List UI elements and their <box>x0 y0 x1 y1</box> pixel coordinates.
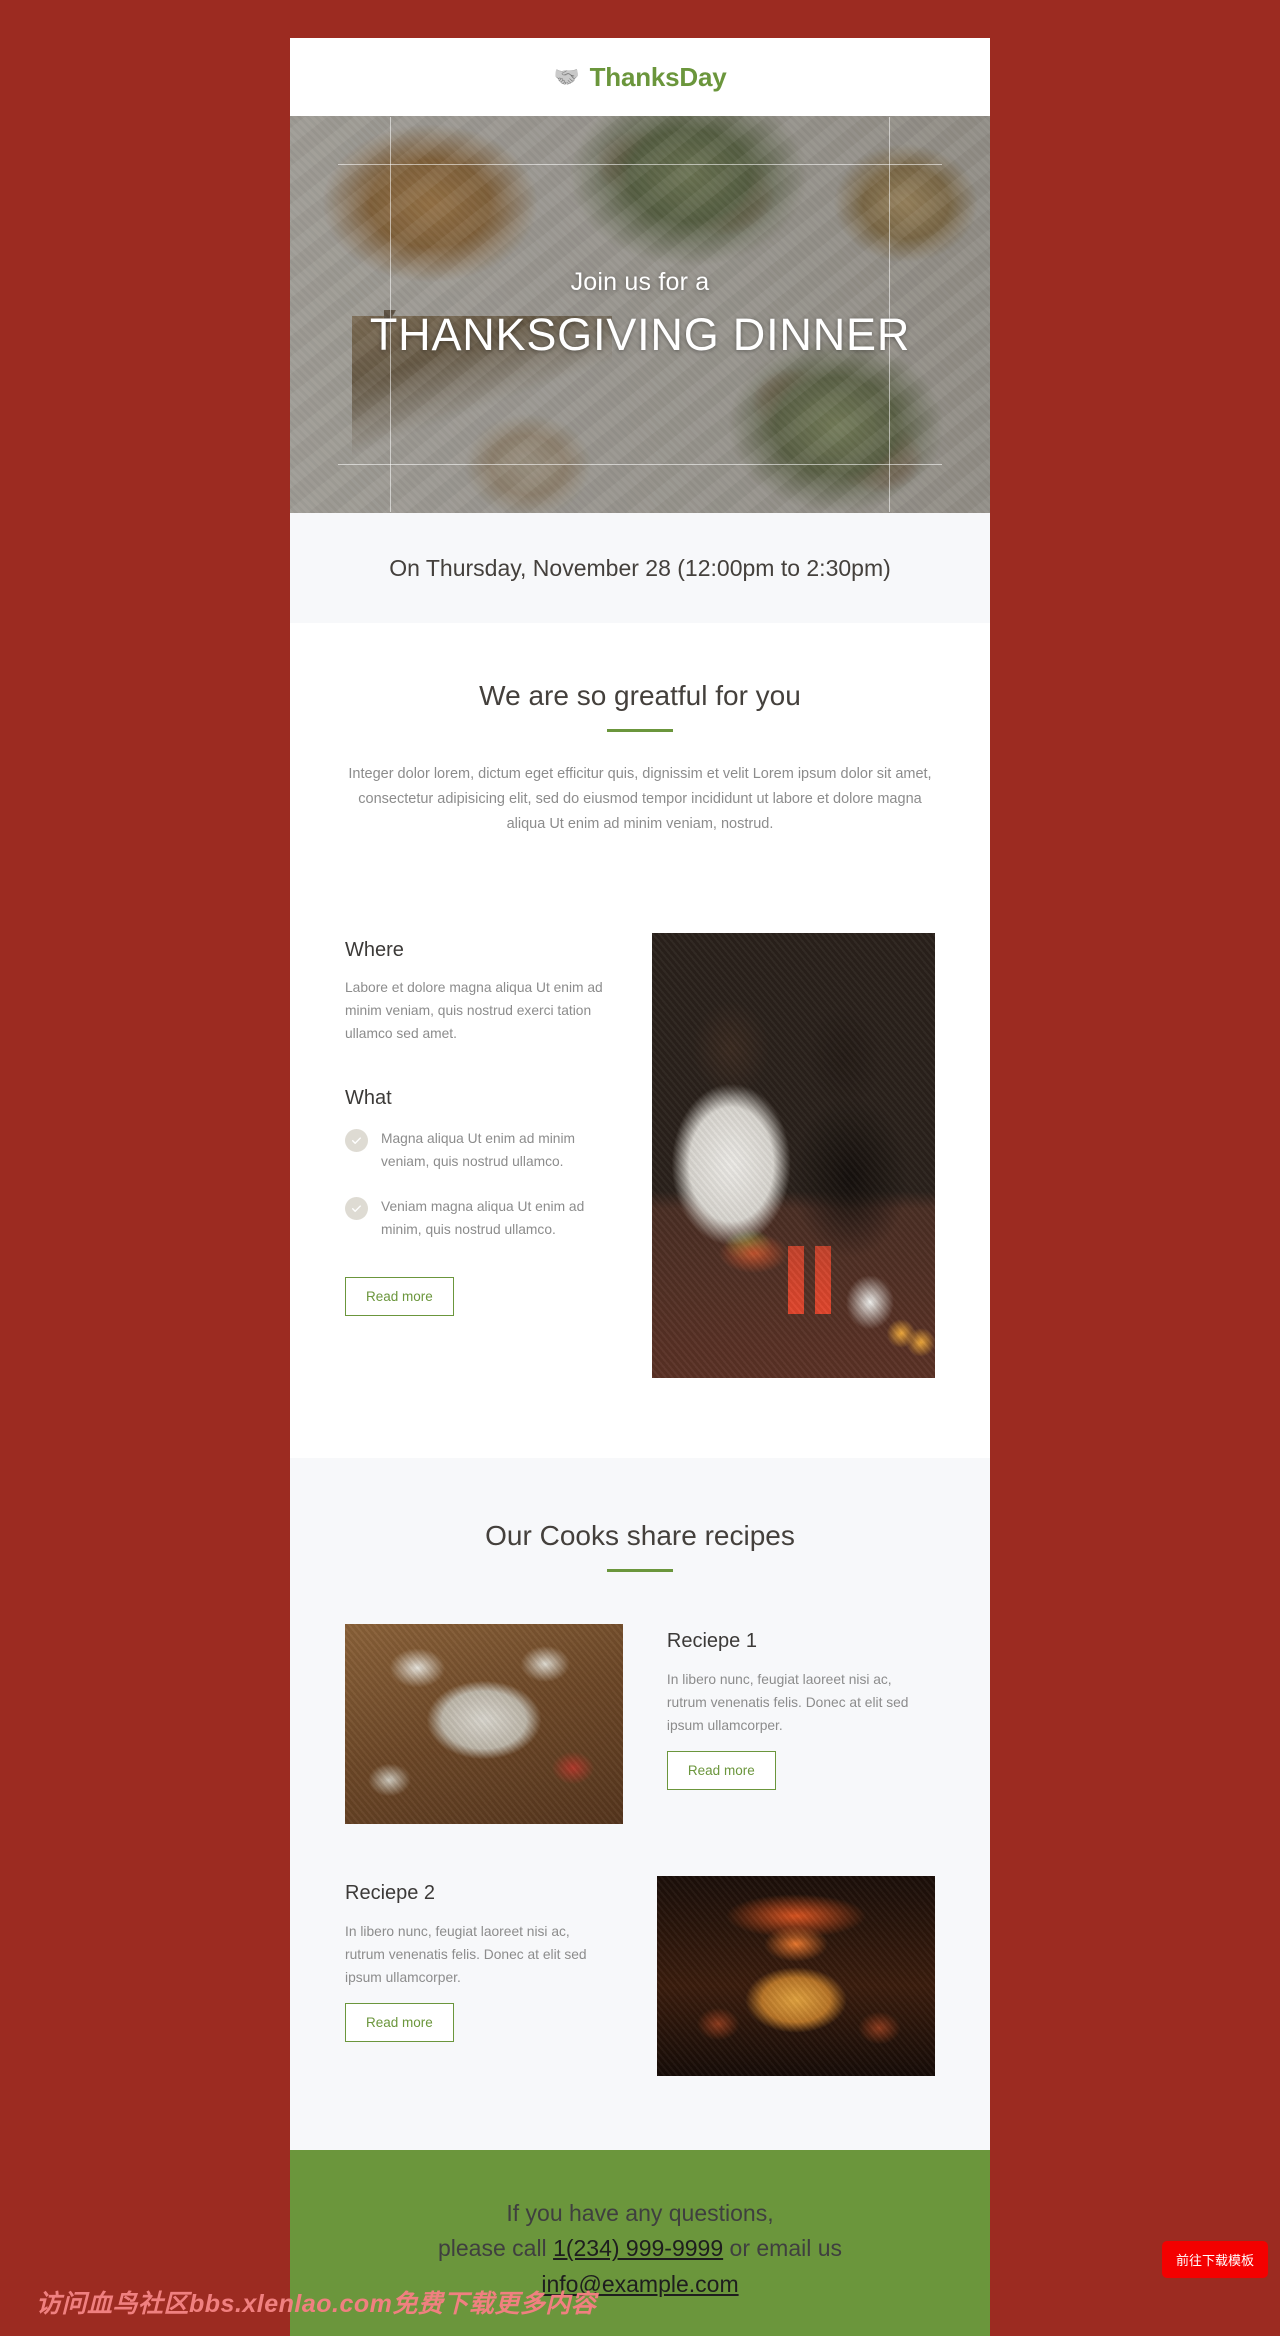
contact-email-link[interactable]: info@example.com <box>541 2271 738 2297</box>
page-root: 🤝 ThanksDay Join us for a THANKSGIVING D… <box>0 0 1280 2336</box>
contact-line-3: info@example.com <box>290 2267 990 2303</box>
details-columns: Where Labore et dolore magna aliqua Ut e… <box>290 837 990 1378</box>
recipe-1-copy: Reciepe 1 In libero nunc, feugiat laoree… <box>666 1624 935 1791</box>
email-header: 🤝 ThanksDay <box>290 38 990 116</box>
event-date-text: On Thursday, November 28 (12:00pm to 2:3… <box>389 554 891 581</box>
photo-texture <box>652 932 935 1378</box>
email-container: 🤝 ThanksDay Join us for a THANKSGIVING D… <box>290 38 990 2336</box>
recipe-2-title: Reciepe 2 <box>345 1881 436 1904</box>
intro-body-text: Integer dolor lorem, dictum eget efficit… <box>348 766 932 832</box>
what-heading: What <box>345 1087 392 1110</box>
event-date-bar: On Thursday, November 28 (12:00pm to 2:3… <box>290 513 990 623</box>
contact-line-1: If you have any questions, <box>506 2199 774 2226</box>
recipes-header: Our Cooks share recipes <box>290 1520 990 1572</box>
recipe-2-photo <box>657 1875 935 2076</box>
hero-headline: THANKSGIVING DINNER <box>369 309 911 360</box>
contact-line-2: please call 1(234) 999-9999 or email us <box>290 2231 990 2267</box>
recipe-row-1: Reciepe 1 In libero nunc, feugiat laoree… <box>345 1623 935 1824</box>
recipe-2-read-more-button[interactable]: Read more <box>345 2003 454 2043</box>
checklist-item-label: Magna aliqua Ut enim ad minim veniam, qu… <box>381 1131 576 1170</box>
check-circle-icon <box>345 1129 368 1153</box>
intro-block: We are so greatful for you Integer dolor… <box>290 623 990 837</box>
kitchen-couple-photo <box>652 932 935 1378</box>
photo-texture <box>657 1875 935 2076</box>
check-circle-icon <box>345 1196 368 1220</box>
what-checklist: Magna aliqua Ut enim ad minim veniam, qu… <box>345 1128 608 1241</box>
brand-title: ThanksDay <box>589 61 727 92</box>
recipe-row-2: Reciepe 2 In libero nunc, feugiat laoree… <box>345 1875 935 2076</box>
recipe-1-read-more-button[interactable]: Read more <box>666 1751 776 1791</box>
checklist-item-label: Veniam magna aliqua Ut enim ad minim, qu… <box>381 1198 585 1237</box>
hero-kicker: Join us for a <box>570 268 710 296</box>
contact-band: If you have any questions, please call 1… <box>290 2149 990 2336</box>
hero-text-block: Join us for a THANKSGIVING DINNER <box>290 116 990 513</box>
contact-call-prefix: please call <box>437 2235 554 2262</box>
list-item: Magna aliqua Ut enim ad minim veniam, qu… <box>345 1128 608 1174</box>
details-read-more-button[interactable]: Read more <box>345 1277 454 1317</box>
photo-texture <box>345 1623 623 1824</box>
recipe-2-copy: Reciepe 2 In libero nunc, feugiat laoree… <box>345 1876 613 2043</box>
main-content-section: We are so greatful for you Integer dolor… <box>290 623 990 2336</box>
intro-title: We are so greatful for you <box>479 680 801 711</box>
recipe-1-title: Reciepe 1 <box>666 1629 757 1652</box>
where-heading: Where <box>345 938 404 961</box>
recipe-1-body: In libero nunc, feugiat laoreet nisi ac,… <box>666 1671 909 1734</box>
recipes-list: Reciepe 1 In libero nunc, feugiat laoree… <box>290 1623 990 2076</box>
recipes-title: Our Cooks share recipes <box>485 1519 795 1551</box>
recipe-1-photo <box>345 1623 623 1824</box>
list-item: Veniam magna aliqua Ut enim ad minim, qu… <box>345 1196 608 1242</box>
recipes-title-rule <box>607 1568 673 1572</box>
download-template-button[interactable]: 前往下载模板 <box>1161 2241 1268 2278</box>
recipes-section: Our Cooks share recipes Reciepe 1 In lib… <box>290 1457 990 2150</box>
recipe-2-body: In libero nunc, feugiat laoreet nisi ac,… <box>345 1923 587 1986</box>
details-text-column: Where Labore et dolore magna aliqua Ut e… <box>345 933 608 1317</box>
intro-title-rule <box>607 729 673 732</box>
handshake-icon: 🤝 <box>553 65 580 89</box>
hero-banner: Join us for a THANKSGIVING DINNER <box>290 116 990 513</box>
contact-call-suffix: or email us <box>723 2235 843 2262</box>
where-body: Labore et dolore magna aliqua Ut enim ad… <box>345 979 603 1042</box>
contact-phone-link[interactable]: 1(234) 999-9999 <box>553 2235 723 2261</box>
details-photo-column <box>652 932 935 1378</box>
